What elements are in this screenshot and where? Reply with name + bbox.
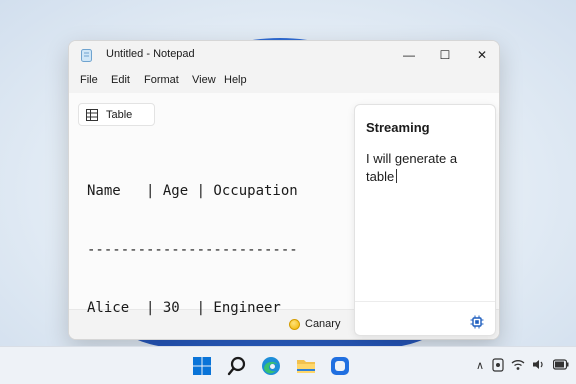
battery-icon[interactable] (553, 359, 569, 370)
edge-browser-icon[interactable] (260, 355, 282, 377)
editor-line: Alice | 30 | Engineer (87, 300, 281, 316)
file-explorer-icon[interactable] (295, 355, 317, 377)
title-bar[interactable]: Untitled - Notepad — ☐ ✕ (69, 41, 499, 69)
wifi-icon[interactable] (511, 358, 525, 371)
close-button[interactable]: ✕ (465, 41, 499, 69)
canary-label: Canary (305, 318, 341, 330)
table-icon (86, 109, 98, 121)
window-title: Untitled - Notepad (106, 48, 195, 60)
processor-chip-icon[interactable] (470, 315, 484, 329)
menu-view[interactable]: View (192, 74, 216, 86)
editor-line: Name | Age | Occupation (87, 183, 298, 199)
editor-content[interactable]: Name | Age | Occupation ----------------… (87, 143, 298, 338)
taskbar: ∧ (0, 346, 576, 384)
notepad-app-icon (81, 49, 92, 62)
table-button-label: Table (106, 109, 133, 121)
close-icon: ✕ (476, 48, 488, 62)
minimize-button[interactable]: — (392, 41, 426, 69)
copilot-app-icon[interactable] (329, 355, 351, 377)
panel-message: I will generate a table (366, 151, 458, 184)
menu-edit[interactable]: Edit (111, 74, 130, 86)
streaming-panel: Streaming I will generate a table (354, 104, 496, 336)
windows-start-icon[interactable] (191, 355, 213, 377)
panel-divider (355, 301, 495, 302)
panel-text: I will generate a table (366, 150, 484, 186)
panel-title: Streaming (366, 120, 430, 135)
security-icon[interactable] (492, 358, 504, 372)
maximize-icon: ☐ (439, 48, 451, 62)
table-button[interactable]: Table (78, 103, 155, 126)
menu-help[interactable]: Help (224, 74, 247, 86)
menu-bar: File Edit Format View Help (69, 69, 499, 93)
menu-format[interactable]: Format (144, 74, 179, 86)
minimize-icon: — (403, 48, 415, 62)
editor-line: ------------------------- (87, 241, 298, 258)
text-cursor (396, 169, 398, 183)
chevron-up-icon[interactable]: ∧ (476, 359, 484, 372)
menu-file[interactable]: File (80, 74, 98, 86)
maximize-button[interactable]: ☐ (428, 41, 462, 69)
search-icon[interactable] (226, 355, 248, 377)
volume-icon[interactable] (532, 358, 545, 371)
